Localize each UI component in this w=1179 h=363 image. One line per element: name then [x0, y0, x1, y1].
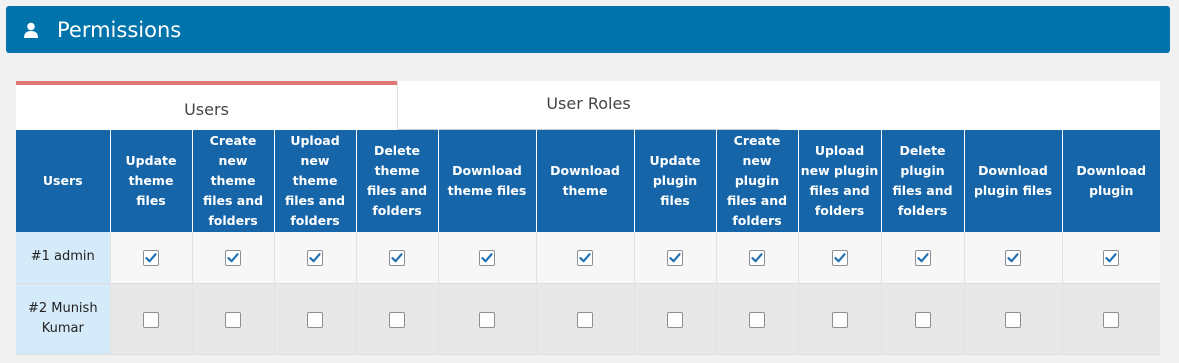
- permission-cell: [880, 283, 964, 355]
- column-header-permission: Download plugin: [1061, 130, 1160, 232]
- permission-checkbox[interactable]: [749, 250, 765, 267]
- permission-checkbox[interactable]: [479, 311, 495, 328]
- column-header-users: Users: [16, 130, 110, 232]
- permission-checkbox[interactable]: [749, 311, 765, 328]
- permission-cell: [355, 283, 438, 355]
- permission-checkbox[interactable]: [307, 311, 323, 328]
- column-header-permission: Download theme: [535, 130, 634, 232]
- permission-checkbox[interactable]: [225, 250, 241, 267]
- table-row: #2 Munish Kumar: [16, 283, 1160, 355]
- permission-cell: [715, 232, 798, 284]
- checkmark-icon: [1007, 253, 1019, 263]
- permission-checkbox[interactable]: [577, 311, 593, 328]
- permission-checkbox[interactable]: [577, 250, 593, 267]
- permission-cell: [535, 283, 634, 355]
- user-name: #2 Munish Kumar: [16, 283, 110, 355]
- permission-cell: [355, 232, 438, 284]
- permission-checkbox[interactable]: [389, 250, 405, 267]
- column-header-permission: Create new plugin files and folders: [715, 130, 798, 232]
- permission-cell: [273, 232, 356, 284]
- permission-cell: [437, 232, 536, 284]
- permission-cell: [633, 283, 716, 355]
- permission-checkbox[interactable]: [831, 250, 848, 267]
- permission-cell: [191, 232, 274, 284]
- column-header-permission: Download theme files: [437, 130, 536, 232]
- permission-checkbox[interactable]: [1005, 250, 1021, 267]
- permission-cell: [797, 283, 881, 355]
- table-row: #1 admin: [16, 232, 1160, 284]
- permissions-table: Users Update theme files Create new theme …: [16, 130, 1160, 355]
- permission-checkbox[interactable]: [914, 250, 931, 267]
- permission-cell: [633, 232, 716, 284]
- permission-cell: [437, 283, 536, 355]
- checkmark-icon: [309, 253, 321, 263]
- permission-checkbox[interactable]: [1005, 311, 1021, 328]
- page-title: Permissions: [57, 18, 182, 42]
- checkmark-icon: [751, 253, 763, 263]
- permission-cell: [1061, 283, 1160, 355]
- permission-cell: [191, 283, 274, 355]
- permission-checkbox[interactable]: [831, 311, 848, 328]
- permission-checkbox[interactable]: [914, 311, 931, 328]
- tab-user-roles[interactable]: User Roles: [397, 81, 779, 130]
- checkmark-icon: [1105, 253, 1117, 263]
- table-header-row: Users Update theme files Create new theme …: [16, 130, 1160, 232]
- column-header-permission: Create new theme files and folders: [191, 130, 274, 232]
- permission-checkbox[interactable]: [479, 250, 495, 267]
- checkmark-icon: [579, 253, 591, 263]
- permission-cell: [963, 232, 1062, 284]
- checkmark-icon: [481, 253, 493, 263]
- user-icon: [24, 22, 38, 38]
- permission-checkbox[interactable]: [389, 311, 405, 328]
- column-header-permission: Delete plugin files and folders: [880, 130, 964, 232]
- permission-checkbox[interactable]: [1103, 311, 1120, 328]
- permission-cell: [535, 232, 634, 284]
- permission-cell: [273, 283, 356, 355]
- checkmark-icon: [833, 253, 846, 263]
- permission-cell: [963, 283, 1062, 355]
- permission-cell: [797, 232, 881, 284]
- permission-cell: [109, 283, 192, 355]
- permission-checkbox[interactable]: [307, 250, 323, 267]
- checkmark-icon: [391, 253, 403, 263]
- checkmark-icon: [669, 253, 681, 263]
- permission-cell: [109, 232, 192, 284]
- permission-checkbox[interactable]: [143, 250, 159, 267]
- tab-users[interactable]: Users: [16, 81, 397, 130]
- permissions-header: Permissions: [6, 6, 1170, 53]
- permission-checkbox[interactable]: [1103, 250, 1120, 267]
- permission-cell: [880, 232, 964, 284]
- checkmark-icon: [227, 253, 239, 263]
- permissions-card: Users User Roles Users Update theme files…: [16, 81, 1160, 355]
- checkmark-icon: [916, 253, 929, 263]
- permission-checkbox[interactable]: [143, 311, 159, 328]
- checkmark-icon: [145, 253, 157, 263]
- column-header-permission: Upload new theme files and folders: [273, 130, 356, 232]
- column-header-permission: Delete theme files and folders: [355, 130, 438, 232]
- permission-checkbox[interactable]: [667, 250, 683, 267]
- column-header-permission: Update theme files: [109, 130, 192, 232]
- permission-cell: [715, 283, 798, 355]
- permission-checkbox[interactable]: [225, 311, 241, 328]
- permission-cell: [1061, 232, 1160, 284]
- permission-checkbox[interactable]: [667, 311, 683, 328]
- column-header-permission: Download plugin files: [963, 130, 1062, 232]
- column-header-permission: Update plugin files: [633, 130, 716, 232]
- user-name: #1 admin: [16, 232, 110, 284]
- column-header-permission: Upload new plugin files and folders: [797, 130, 881, 232]
